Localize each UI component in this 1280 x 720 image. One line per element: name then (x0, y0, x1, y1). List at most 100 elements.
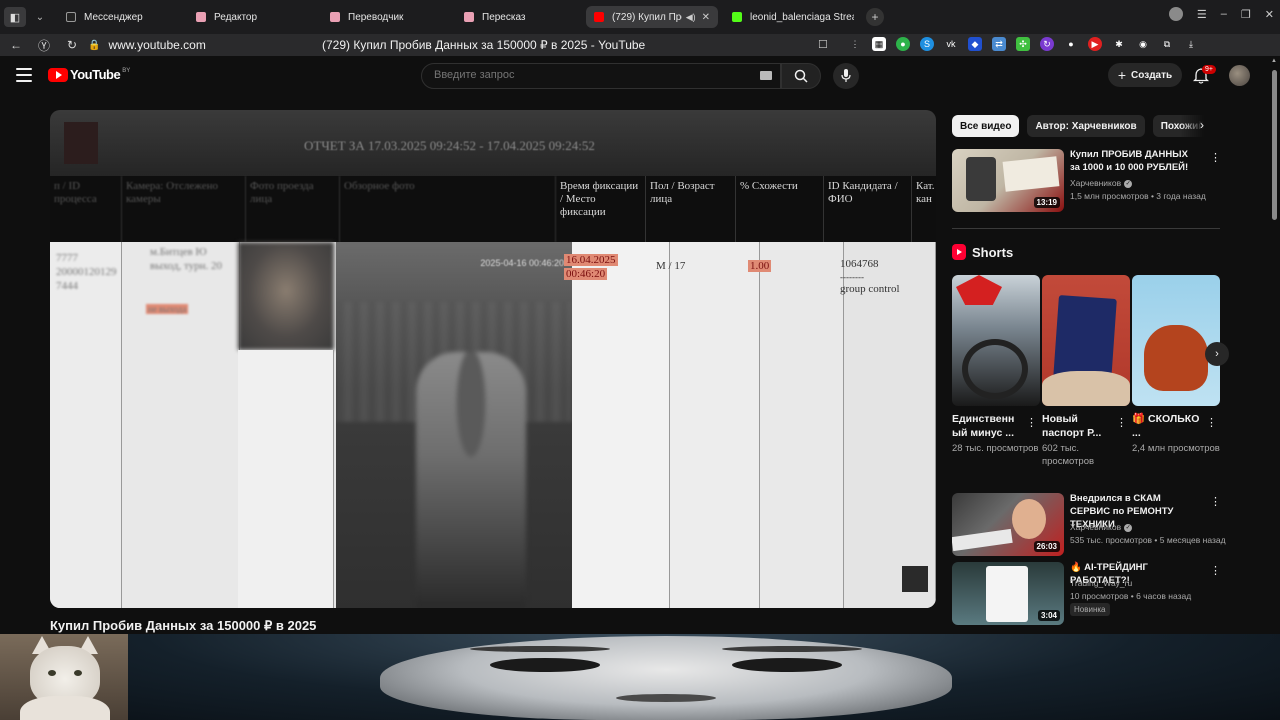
new-tab-button[interactable]: + (866, 8, 884, 26)
video-thumbnail[interactable]: 3:04 (952, 562, 1064, 625)
shield-icon[interactable]: ◆ (968, 37, 982, 51)
search-box (421, 63, 781, 89)
translate-icon[interactable]: ⇄ (992, 37, 1006, 51)
shorts-next-button[interactable]: › (1205, 342, 1229, 366)
tab-messenger[interactable]: Мессенджер (58, 6, 182, 28)
recommendation-item[interactable]: 26:03 Внедрился в СКАМ СЕРВИС по РЕМОНТУ… (952, 493, 1226, 557)
keyboard-icon[interactable] (760, 71, 772, 80)
minimize-icon[interactable]: – (1221, 8, 1227, 20)
section-divider (952, 228, 1220, 229)
more-vert-icon[interactable]: ⋮ (1210, 495, 1221, 508)
channel-label: Харчевников (1070, 178, 1122, 188)
tab-editor[interactable]: Редактор (188, 6, 316, 28)
account-avatar[interactable] (1229, 65, 1250, 86)
more-vert-icon[interactable]: ⋮ (848, 37, 862, 51)
download-arrow-icon[interactable]: ⤓ (1184, 37, 1198, 51)
sidebar-toggle-icon[interactable]: ◧ (4, 7, 26, 27)
page-scrollbar[interactable]: ▲ (1270, 56, 1280, 636)
more-vert-icon[interactable]: ⋮ (1206, 416, 1217, 429)
video-thumbnail[interactable]: 13:19 (952, 149, 1064, 212)
ninja-icon[interactable]: ✱ (1112, 37, 1126, 51)
frame-table-body: 2025-04-16 00:46:20 7777 20000120129 744… (50, 242, 936, 608)
more-vert-icon[interactable]: ⋮ (1116, 416, 1127, 429)
chat-icon[interactable]: ● (896, 37, 910, 51)
back-icon[interactable]: ← (4, 38, 28, 52)
download-icon[interactable]: ◉ (1136, 37, 1150, 51)
skype-icon[interactable]: S (920, 37, 934, 51)
restore-icon[interactable]: ❐ (1241, 8, 1251, 21)
youtube-ext-icon[interactable]: ▶ (1088, 37, 1102, 51)
mask-eye-right (732, 658, 842, 672)
channel-name[interactable]: Trading_Way_ru (1070, 578, 1132, 588)
scroll-up-icon[interactable]: ▲ (1271, 58, 1277, 64)
close-icon[interactable]: ✕ (1265, 8, 1274, 21)
url-field[interactable]: www.youtube.com (108, 38, 205, 52)
short-title[interactable]: 🎁 СКОЛЬКО ... (1132, 412, 1204, 440)
tab-label: Редактор (214, 11, 258, 23)
tab-list-chevron-icon[interactable]: ⌄ (30, 7, 50, 27)
recommendation-item[interactable]: 13:19 Купил ПРОБИВ ДАННЫХ за 1000 и 10 0… (952, 149, 1222, 213)
more-vert-icon[interactable]: ⋮ (1210, 151, 1221, 164)
voice-search-button[interactable] (833, 63, 859, 89)
tab-translator[interactable]: Переводчик (322, 6, 450, 28)
frame-cell (122, 242, 240, 608)
tab-retell[interactable]: Пересказ (456, 6, 580, 28)
tab-youtube-active[interactable]: (729) Купил Пробив ◀) ✕ (586, 6, 718, 28)
search-button[interactable] (781, 63, 821, 89)
frame-cell (670, 242, 760, 608)
yandex-home-icon[interactable]: Ⓨ (32, 37, 56, 54)
puzzle-icon[interactable]: ✣ (1016, 37, 1030, 51)
scroll-thumb[interactable] (1272, 70, 1277, 220)
chip-all-videos[interactable]: Все видео (952, 115, 1020, 137)
frame-cell-candidate: 1064768 -------- group control (840, 258, 920, 297)
photo-person (416, 352, 526, 608)
tab-label: (729) Купил Пробив (612, 11, 682, 23)
video-thumbnail[interactable]: 26:03 (952, 493, 1064, 556)
address-bar: ← Ⓨ ↻ 🔒 www.youtube.com (729) Купил Проб… (0, 34, 1280, 56)
more-vert-icon[interactable]: ⋮ (1210, 564, 1221, 577)
qr-icon[interactable]: ▦ (872, 37, 886, 51)
frame-cell-time: 16.04.2025 00:46:20 (564, 254, 618, 282)
short-thumbnail[interactable] (1042, 275, 1130, 406)
short-item[interactable]: Единственн ый минус ... 28 тыс. просмотр… (952, 275, 1040, 456)
video-meta: 10 просмотров • 6 часов назад (1070, 591, 1192, 601)
vk-icon[interactable]: vk (944, 37, 958, 51)
sync-icon[interactable]: ↻ (1040, 37, 1054, 51)
short-item[interactable]: Новый паспорт Р... 602 тыс. просмотров ⋮ (1042, 275, 1130, 469)
mask-graphic (380, 636, 952, 720)
tor-icon[interactable]: ● (1064, 37, 1078, 51)
chip-author[interactable]: Автор: Харчевников (1027, 115, 1145, 137)
shorts-title: Shorts (972, 244, 1014, 260)
cat-eye-right (74, 670, 82, 676)
frame-candidate-group: group control (840, 283, 900, 295)
video-title: Купил Пробив Данных за 150000 ₽ в 2025 (50, 618, 317, 633)
menu-icon[interactable]: ☰ (1197, 8, 1207, 21)
recommendation-item[interactable]: 3:04 🔥 AI-ТРЕЙДИНГ РАБОТАЕТ?! Trading_Wa… (952, 562, 1222, 626)
reload-icon[interactable]: ↻ (60, 38, 84, 52)
channel-name[interactable]: Харчевников ✓ (1070, 178, 1133, 188)
short-thumbnail[interactable] (1132, 275, 1220, 406)
short-title[interactable]: Новый паспорт Р... (1042, 412, 1114, 440)
youtube-logo[interactable]: YouTube BY (48, 67, 130, 82)
lock-icon[interactable]: 🔒 (88, 40, 100, 51)
bookmark-icon[interactable]: ☐ (818, 38, 828, 51)
short-title[interactable]: Единственн ый минус ... (952, 412, 1024, 440)
chevron-right-icon[interactable]: › (1200, 118, 1204, 132)
tab-kick-stream[interactable]: leonid_balenciaga Stream (724, 6, 862, 28)
extensions-icon[interactable]: ⧉ (1160, 37, 1174, 51)
verified-icon: ✓ (1124, 523, 1133, 532)
video-player[interactable]: ОТЧЕТ ЗА 17.03.2025 09:24:52 - 17.04.202… (50, 110, 936, 608)
short-item[interactable]: 🎁 СКОЛЬКО ... 2,4 млн просмотров ⋮ (1132, 275, 1220, 456)
short-thumbnail[interactable] (952, 275, 1040, 406)
thumb-phone-screen (986, 566, 1028, 622)
search-input[interactable] (434, 69, 734, 81)
more-vert-icon[interactable]: ⋮ (1026, 416, 1037, 429)
create-button[interactable]: + Создать (1108, 63, 1182, 87)
channel-name[interactable]: Харчевников ✓ (1070, 522, 1133, 532)
frame-cell (844, 242, 936, 608)
video-title[interactable]: Купил ПРОБИВ ДАННЫХ за 1000 и 10 000 РУБ… (1070, 149, 1200, 175)
tab-close-icon[interactable]: ✕ (702, 12, 710, 23)
speaker-icon[interactable]: ◀) (686, 12, 696, 23)
guide-menu-icon[interactable] (16, 68, 32, 82)
profile-avatar[interactable] (1168, 7, 1183, 21)
